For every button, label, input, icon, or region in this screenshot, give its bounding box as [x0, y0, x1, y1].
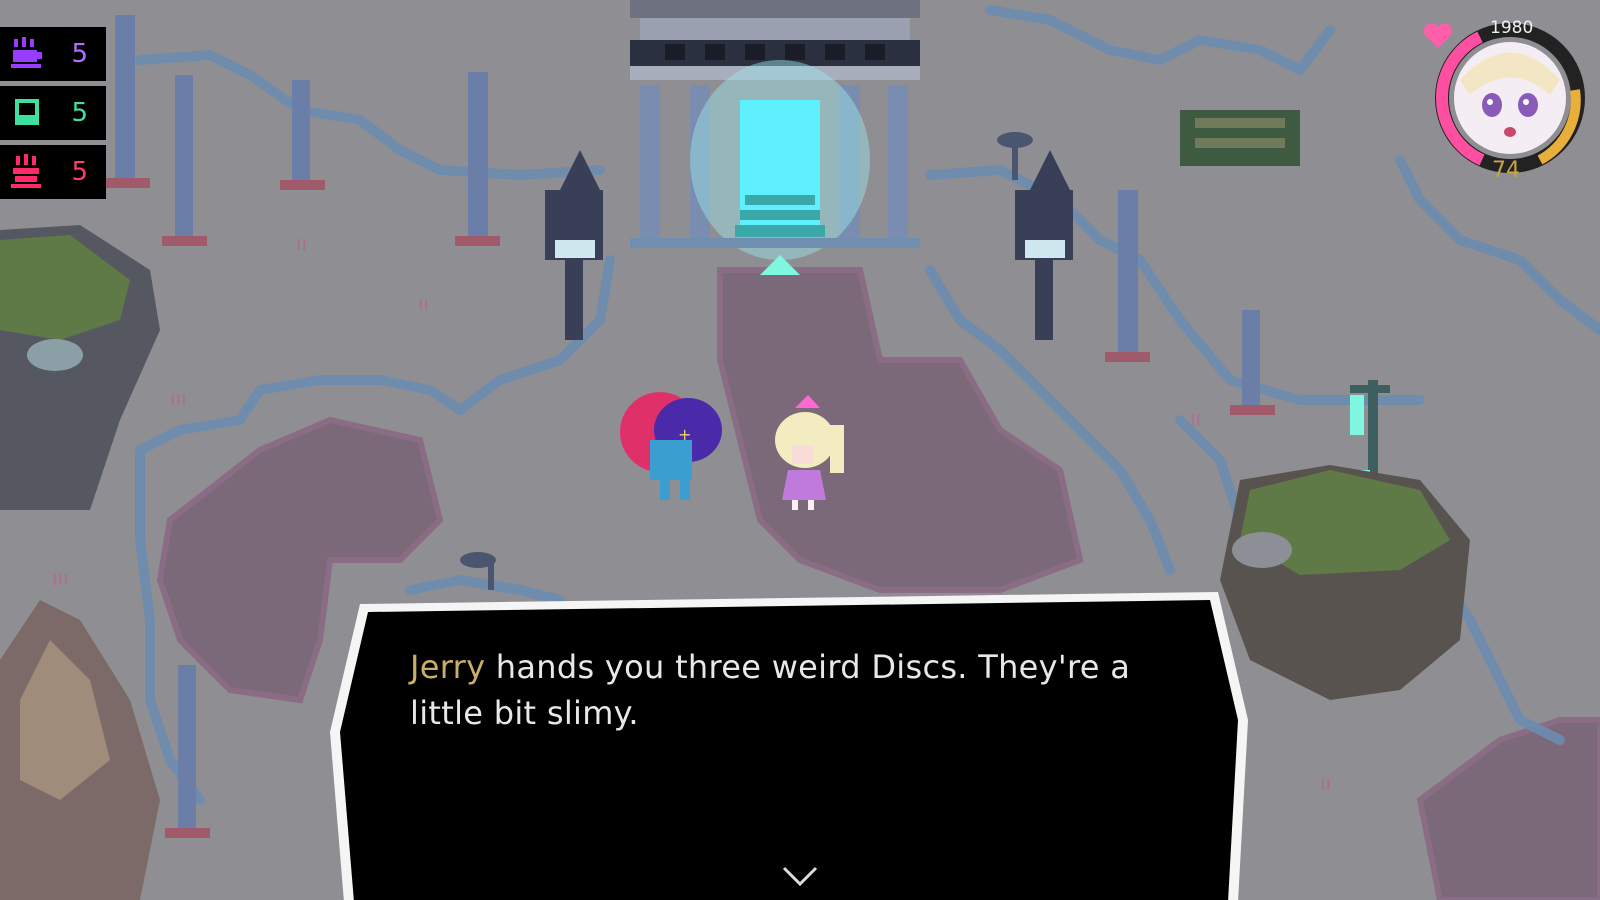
- svg-text:+: +: [678, 425, 691, 444]
- svg-text:ııı: ııı: [52, 566, 69, 590]
- svg-text:ıı: ıı: [1190, 406, 1201, 430]
- hp-counter: 74: [1492, 158, 1520, 183]
- svg-text:ıı: ıı: [418, 291, 429, 315]
- hud-item-purple-cup: 5: [0, 27, 106, 81]
- green-cup-icon: [4, 90, 50, 136]
- hud-item-red-cup: 5: [0, 145, 106, 199]
- chevron-down-icon: [782, 866, 818, 887]
- score-counter: 1980: [1490, 18, 1534, 38]
- dialogue-box[interactable]: Jerry hands you three weird Discs. They'…: [330, 592, 1268, 900]
- bench: [1180, 110, 1300, 166]
- dialogue-text: Jerry hands you three weird Discs. They'…: [410, 644, 1200, 736]
- red-cup-icon: [4, 149, 50, 195]
- svg-text:ıı: ıı: [296, 231, 307, 255]
- speaker-name: Jerry: [410, 648, 486, 686]
- advance-dialogue-button[interactable]: [780, 864, 820, 888]
- purple-cup-count: 5: [71, 39, 88, 69]
- purple-cup-icon: [4, 31, 50, 77]
- svg-text:ıı: ıı: [1320, 771, 1331, 795]
- game-scene: ıı ıı ııı ııı ıı ıı ııı + 5 5 5 1980 74 …: [0, 0, 1600, 900]
- heart-icon: [1423, 23, 1453, 48]
- dialogue-message: hands you three weird Discs. They're a l…: [410, 648, 1131, 732]
- hud-item-green-cup: 5: [0, 86, 106, 140]
- svg-text:ııı: ııı: [170, 386, 187, 410]
- red-cup-count: 5: [71, 157, 88, 187]
- green-cup-count: 5: [71, 98, 88, 128]
